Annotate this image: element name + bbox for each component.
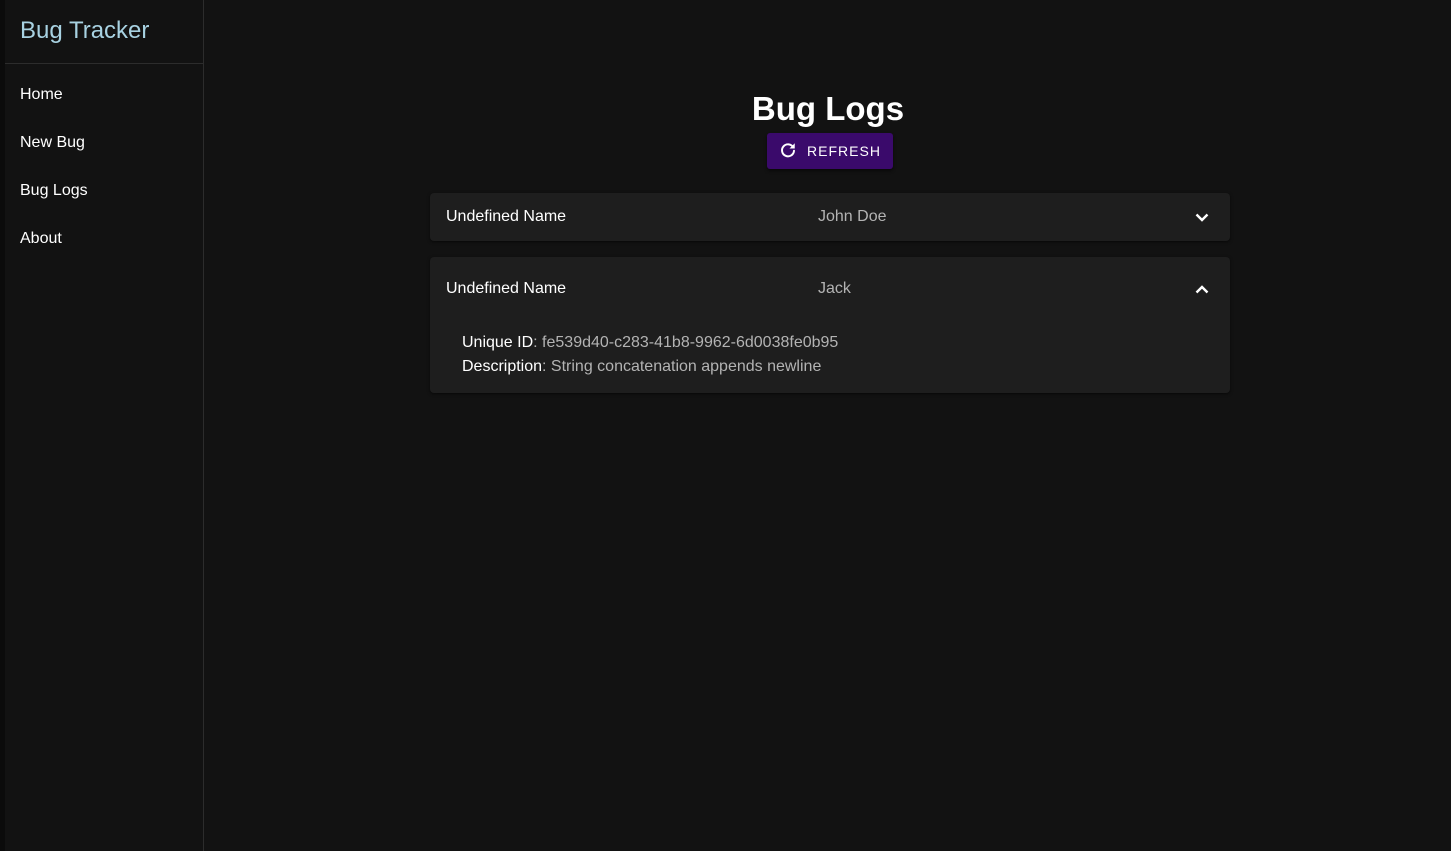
bug-log-item-expanded: Undefined Name Jack Unique ID: fe539d40-… [430, 257, 1230, 393]
sidebar-nav: Home New Bug Bug Logs About [5, 64, 203, 264]
sidebar: Bug Tracker Home New Bug Bug Logs About [5, 0, 204, 851]
bug-name: Undefined Name [446, 280, 567, 297]
sidebar-item-home[interactable]: Home [5, 72, 203, 120]
main-content: Bug Logs REFRESH Undefined Name John Doe [205, 0, 1451, 851]
sidebar-item-new-bug[interactable]: New Bug [5, 120, 203, 168]
app-title: Bug Tracker [5, 0, 203, 64]
bug-description-label: Description [462, 358, 543, 375]
refresh-icon [779, 141, 797, 162]
bug-description-row: Description: String concatenation append… [462, 355, 1230, 379]
bug-reporter: John Doe [818, 208, 887, 225]
bug-log-header[interactable]: Undefined Name John Doe [430, 193, 1230, 241]
sidebar-item-about[interactable]: About [5, 216, 203, 264]
bug-description-value: String concatenation appends newline [550, 358, 822, 375]
bug-id-label: Unique ID [462, 334, 534, 351]
chevron-down-icon[interactable] [1194, 209, 1210, 225]
bug-description-separator: : [542, 358, 551, 375]
bug-log-header[interactable]: Undefined Name Jack [430, 257, 1230, 321]
bug-id-separator: : [533, 334, 543, 351]
refresh-button[interactable]: REFRESH [767, 133, 893, 169]
app-root: Bug Tracker Home New Bug Bug Logs About … [0, 0, 1451, 851]
chevron-up-icon[interactable] [1194, 281, 1210, 297]
page-title: Bug Logs [751, 90, 905, 127]
bug-name: Undefined Name [446, 208, 567, 225]
sidebar-item-bug-logs[interactable]: Bug Logs [5, 168, 203, 216]
bug-details: Unique ID: fe539d40-c283-41b8-9962-6d003… [430, 321, 1230, 379]
bug-reporter: Jack [818, 280, 851, 297]
refresh-label: REFRESH [807, 143, 881, 159]
bug-id-row: Unique ID: fe539d40-c283-41b8-9962-6d003… [462, 331, 1230, 355]
bug-id-value: fe539d40-c283-41b8-9962-6d0038fe0b95 [542, 334, 839, 351]
bug-log-item: Undefined Name John Doe [430, 193, 1230, 241]
